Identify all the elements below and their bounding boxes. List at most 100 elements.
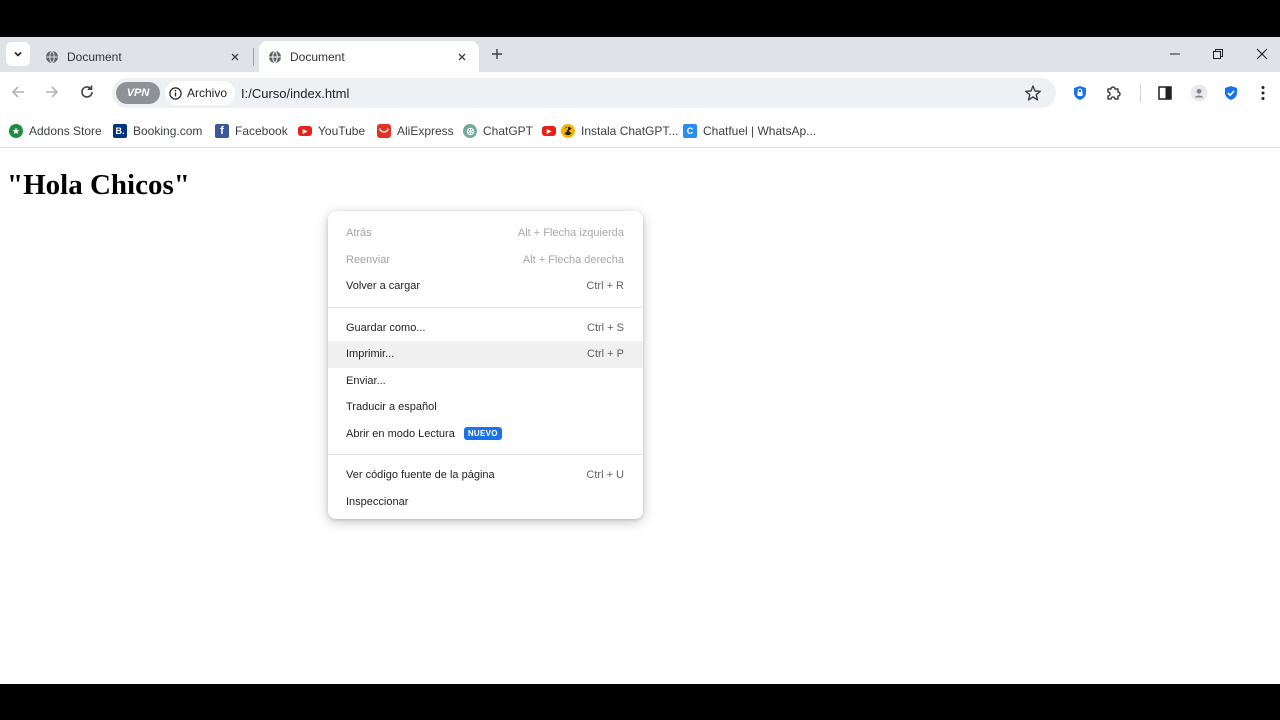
window-close-button[interactable]: [1250, 43, 1274, 65]
youtube-icon: ▶: [298, 126, 312, 136]
site-info-chip[interactable]: Archivo: [165, 81, 236, 105]
page-content: "Hola Chicos" Atrás Alt + Flecha izquier…: [0, 149, 1280, 684]
close-icon[interactable]: [454, 49, 470, 65]
shield-icon: [1074, 86, 1086, 100]
menu-item-shortcut: Alt + Flecha izquierda: [517, 227, 624, 240]
more-vertical-icon: [1261, 86, 1265, 100]
menu-item-label: Abrir en modo Lectura: [346, 427, 455, 440]
back-button[interactable]: [8, 82, 28, 102]
new-tab-button[interactable]: [488, 45, 506, 63]
hazard-icon: [561, 124, 575, 138]
menu-item-label: Ver código fuente de la página: [346, 469, 495, 482]
menu-item-shortcut: Alt + Flecha derecha: [522, 253, 624, 266]
menu-item-reload[interactable]: Volver a cargar Ctrl + R: [328, 273, 643, 300]
new-badge: NUEVO: [463, 427, 502, 441]
menu-item-label: Volver a cargar: [346, 280, 420, 293]
menu-item-save-as[interactable]: Guardar como... Ctrl + S: [328, 315, 643, 342]
chatfuel-icon: C: [683, 124, 697, 138]
plus-icon: [492, 49, 502, 59]
menu-item-forward[interactable]: Reenviar Alt + Flecha derecha: [328, 247, 643, 274]
forward-button[interactable]: [42, 82, 62, 102]
adblock-extension-button[interactable]: [1070, 83, 1090, 103]
tab-divider: [253, 48, 254, 66]
bookmark-label: AliExpress: [397, 124, 454, 138]
booking-icon: B.: [113, 124, 127, 138]
bookmark-label: Booking.com: [133, 124, 203, 138]
page-heading: "Hola Chicos": [7, 169, 190, 201]
menu-separator: [328, 306, 643, 308]
security-extension-button[interactable]: [1221, 83, 1241, 103]
addons-store-icon: [9, 124, 23, 138]
letterbox-top: [0, 0, 1280, 37]
url-text[interactable]: I:/Curso/index.html: [241, 86, 349, 101]
arrow-right-icon: [46, 86, 59, 98]
reload-button[interactable]: [77, 82, 97, 102]
bookmark-label: YouTube: [318, 124, 366, 138]
side-panel-icon: [1158, 86, 1172, 100]
info-icon: [169, 86, 182, 100]
bookmark-booking[interactable]: B. Booking.com: [113, 122, 202, 140]
restore-button[interactable]: [1206, 43, 1230, 65]
menu-separator: [328, 454, 643, 455]
chevron-down-icon: [14, 51, 22, 57]
tab-search-button[interactable]: [6, 42, 30, 66]
menu-item-back[interactable]: Atrás Alt + Flecha izquierda: [328, 220, 643, 247]
bookmark-label: Addons Store: [29, 124, 102, 138]
bookmark-star-button[interactable]: [1024, 84, 1042, 102]
tab-title: Document: [67, 49, 122, 64]
arrow-left-icon: [11, 86, 24, 98]
bookmark-chatfuel[interactable]: C Chatfuel | WhatsAp...: [683, 122, 816, 140]
aliexpress-icon: [377, 124, 391, 138]
star-icon: [1025, 85, 1041, 101]
menu-item-view-source[interactable]: Ver código fuente de la página Ctrl + U: [328, 462, 643, 489]
bookmark-addons-store[interactable]: Addons Store: [9, 122, 102, 140]
bookmark-label: Instala ChatGPT...: [581, 124, 679, 138]
youtube-icon: ▶: [542, 126, 556, 136]
vpn-badge[interactable]: VPN: [116, 82, 160, 104]
toolbar-divider: [1140, 84, 1141, 102]
tab-document-1[interactable]: Document: [36, 41, 252, 72]
address-bar[interactable]: VPN Archivo I:/Curso/index.html: [112, 78, 1056, 108]
menu-item-shortcut: Ctrl + S: [587, 321, 624, 334]
menu-item-send[interactable]: Enviar...: [328, 368, 643, 395]
bookmark-chatgpt[interactable]: ChatGPT: [463, 122, 533, 140]
menu-button[interactable]: [1253, 83, 1273, 103]
menu-item-shortcut: Ctrl + P: [587, 348, 624, 361]
menu-item-label: Enviar...: [346, 374, 386, 387]
menu-item-print[interactable]: Imprimir... Ctrl + P: [328, 341, 643, 368]
extensions-button[interactable]: [1104, 83, 1124, 103]
menu-item-inspect[interactable]: Inspeccionar: [328, 489, 643, 516]
tab-title: Document: [290, 49, 345, 64]
shield-check-icon: [1225, 86, 1237, 100]
minimize-icon: [1170, 53, 1180, 55]
reload-icon: [81, 85, 93, 98]
bookmark-youtube[interactable]: ▶ YouTube: [298, 122, 365, 140]
profile-button[interactable]: [1189, 83, 1209, 103]
menu-item-label: Atrás: [346, 227, 372, 240]
close-icon[interactable]: [227, 49, 243, 65]
avatar-icon: [1190, 84, 1208, 102]
menu-item-translate[interactable]: Traducir a español: [328, 394, 643, 421]
menu-item-shortcut: Ctrl + R: [586, 280, 624, 293]
menu-item-label: Reenviar: [346, 253, 391, 266]
browser-window: Document Document VPN Archivo I:/Curso/i…: [0, 37, 1280, 684]
bookmark-label: Facebook: [235, 124, 288, 138]
tab-document-2[interactable]: Document: [259, 41, 479, 72]
menu-item-label: Guardar como...: [346, 321, 426, 334]
bookmark-aliexpress[interactable]: AliExpress: [377, 122, 454, 140]
facebook-icon: f: [215, 124, 229, 138]
tab-strip: Document Document: [0, 37, 1280, 72]
side-panel-button[interactable]: [1155, 83, 1175, 103]
menu-item-label: Inspeccionar: [346, 495, 409, 508]
bookmark-instala-chatgpt[interactable]: ▶ Instala ChatGPT...: [542, 122, 678, 140]
globe-icon: [268, 50, 282, 64]
toolbar: VPN Archivo I:/Curso/index.html: [0, 72, 1280, 114]
bookmark-facebook[interactable]: f Facebook: [215, 122, 288, 140]
minimize-button[interactable]: [1163, 43, 1187, 65]
site-info-label: Archivo: [187, 86, 228, 100]
letterbox-bottom: [0, 684, 1280, 720]
menu-item-label: Traducir a español: [346, 401, 437, 414]
chatgpt-icon: [463, 124, 477, 138]
menu-item-reading-mode[interactable]: Abrir en modo Lectura NUEVO: [328, 421, 643, 448]
bookmark-label: Chatfuel | WhatsAp...: [703, 124, 817, 138]
